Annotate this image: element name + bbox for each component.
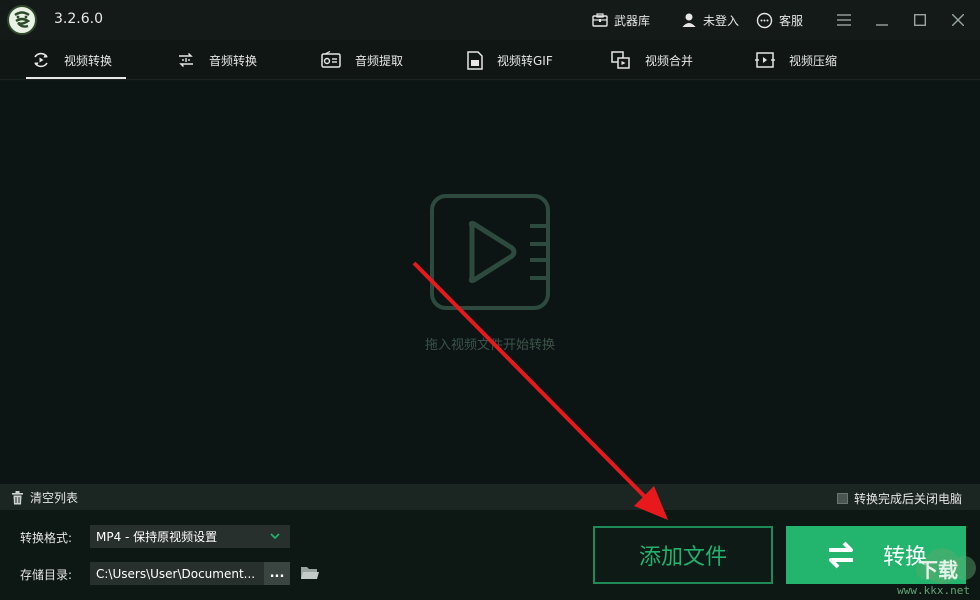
convert-button[interactable]: 转换 bbox=[786, 526, 966, 584]
title-bar: 3.2.6.0 武器库 未登入 客服 bbox=[0, 0, 980, 40]
video-placeholder-icon bbox=[430, 194, 550, 310]
tab-label: 音频提取 bbox=[355, 53, 404, 68]
chat-icon bbox=[756, 12, 773, 28]
audio-extract-icon bbox=[321, 51, 341, 68]
feature-tabs: 视频转换 音频转换 音频提取 视频转GIF 视频合并 视频压缩 bbox=[0, 40, 980, 80]
chevron-down-icon bbox=[270, 533, 280, 540]
drop-hint-text: 拖入视频文件开始转换 bbox=[424, 338, 555, 353]
video-convert-icon bbox=[34, 52, 48, 68]
minimize-button[interactable] bbox=[870, 8, 894, 32]
arsenal-label: 武器库 bbox=[614, 13, 651, 28]
tab-video-merge[interactable]: 视频合并 bbox=[611, 40, 693, 80]
close-button[interactable] bbox=[946, 8, 970, 32]
service-label: 客服 bbox=[779, 13, 804, 28]
tab-audio-extract[interactable]: 音频提取 bbox=[321, 40, 403, 80]
directory-label: 存储目录: bbox=[20, 568, 73, 582]
tab-video-gif[interactable]: 视频转GIF bbox=[467, 40, 553, 80]
checkbox-box[interactable] bbox=[836, 493, 848, 504]
convert-arrows-icon bbox=[828, 541, 853, 569]
compress-icon bbox=[755, 52, 775, 68]
trash-icon bbox=[12, 490, 23, 504]
maximize-button[interactable] bbox=[908, 8, 932, 32]
toolbox-icon bbox=[592, 13, 608, 27]
list-toolbar: 清空列表 转换完成后关闭电脑 bbox=[0, 484, 980, 510]
login-label: 未登入 bbox=[703, 13, 740, 28]
clear-list-label: 清空列表 bbox=[30, 491, 79, 505]
hamburger-icon bbox=[837, 14, 851, 26]
convert-label: 转换 bbox=[882, 545, 927, 570]
add-file-button[interactable]: 添加文件 bbox=[593, 526, 773, 584]
close-icon bbox=[952, 14, 964, 26]
tab-label: 视频转GIF bbox=[497, 53, 553, 68]
browse-button[interactable]: ... bbox=[264, 562, 290, 585]
format-label: 转换格式: bbox=[20, 531, 73, 545]
maximize-icon bbox=[914, 14, 926, 26]
format-select[interactable]: MP4 - 保持原视频设置 bbox=[90, 525, 290, 548]
merge-icon bbox=[611, 50, 630, 69]
audio-convert-icon bbox=[179, 52, 193, 68]
format-value: MP4 - 保持原视频设置 bbox=[96, 530, 218, 544]
user-icon bbox=[682, 13, 696, 27]
app-logo-icon bbox=[7, 5, 37, 35]
arsenal-button[interactable]: 武器库 bbox=[592, 10, 650, 30]
shutdown-label: 转换完成后关闭电脑 bbox=[853, 492, 962, 506]
tab-label: 视频转换 bbox=[64, 53, 113, 68]
shutdown-after-checkbox[interactable]: 转换完成后关闭电脑 bbox=[836, 490, 962, 507]
directory-path-field[interactable]: C:\Users\User\Document... bbox=[90, 562, 264, 585]
tab-label: 视频合并 bbox=[645, 53, 694, 68]
login-button[interactable]: 未登入 bbox=[681, 10, 739, 30]
settings-panel: 转换格式: MP4 - 保持原视频设置 存储目录: C:\Users\User\… bbox=[0, 510, 980, 600]
directory-value: C:\Users\User\Document... bbox=[96, 566, 256, 581]
tab-video-compress[interactable]: 视频压缩 bbox=[755, 40, 837, 80]
tab-video-convert[interactable]: 视频转换 bbox=[25, 40, 127, 80]
app-version: 3.2.6.0 bbox=[54, 11, 103, 27]
service-button[interactable]: 客服 bbox=[756, 10, 803, 30]
tab-audio-convert[interactable]: 音频转换 bbox=[177, 40, 257, 80]
folder-icon[interactable] bbox=[300, 565, 320, 581]
menu-button[interactable] bbox=[832, 8, 856, 32]
gif-icon bbox=[467, 50, 483, 70]
clear-list-button[interactable]: 清空列表 bbox=[11, 489, 78, 506]
minimize-icon bbox=[876, 24, 888, 26]
tab-label: 视频压缩 bbox=[789, 53, 838, 68]
tab-label: 音频转换 bbox=[209, 53, 258, 68]
